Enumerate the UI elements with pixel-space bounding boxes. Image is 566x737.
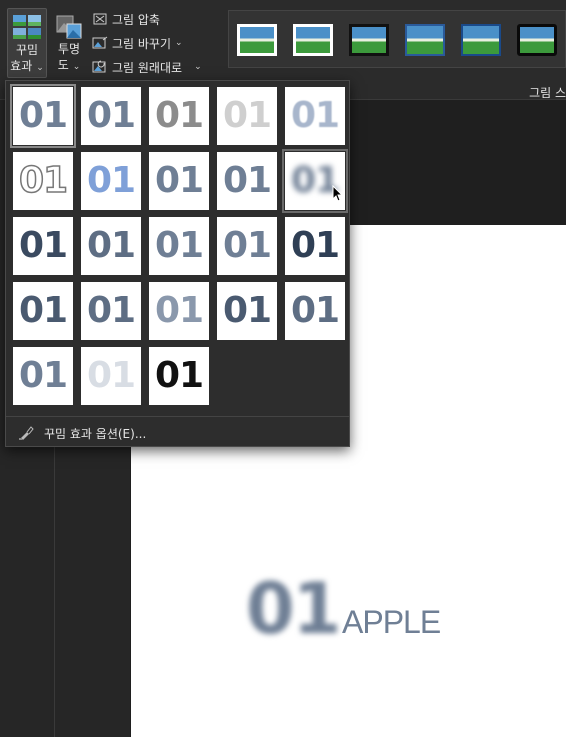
gallery-separator <box>6 416 349 417</box>
effect-option-preview-text: 01 <box>154 225 204 266</box>
effect-option-8[interactable]: 01 <box>149 152 209 210</box>
effect-option-19[interactable]: 01 <box>217 282 277 340</box>
artistic-effects-label-1: 꾸밈 <box>15 43 39 57</box>
effect-option-7[interactable]: 01 <box>81 152 141 210</box>
effect-option-preview-text: 01 <box>18 290 68 331</box>
effect-option-preview-text: 01 <box>18 95 68 136</box>
change-picture-label: 그림 바꾸기 <box>112 36 172 51</box>
reset-picture-label: 그림 원래대로 <box>112 60 183 75</box>
reset-picture-button[interactable]: 그림 원래대로 ⌄ <box>92 57 202 77</box>
chevron-down-icon: ⌄ <box>175 38 183 48</box>
effect-option-1[interactable]: 01 <box>10 84 76 148</box>
artistic-effects-button[interactable]: 꾸밈 효과 ⌄ <box>7 8 47 78</box>
picture-styles-group-label: 그림 스 <box>529 86 566 100</box>
effect-option-3[interactable]: 01 <box>149 87 209 145</box>
transparency-button[interactable]: 투명 도 ⌄ <box>52 8 86 78</box>
effect-option-preview-text: 01 <box>86 160 136 201</box>
compress-pictures-label: 그림 압축 <box>112 12 160 27</box>
effect-option-preview-text: 01 <box>154 355 204 396</box>
effect-option-preview-text: 01 <box>290 225 340 266</box>
effect-option-preview-text: 01 <box>18 355 68 396</box>
artistic-effects-label-2: 효과 ⌄ <box>10 59 44 73</box>
effect-option-17[interactable]: 01 <box>81 282 141 340</box>
effect-option-preview-text: 01 <box>222 290 272 331</box>
mouse-cursor-icon <box>332 184 344 203</box>
effect-option-16[interactable]: 01 <box>13 282 73 340</box>
effect-option-preview-text: 01 <box>154 290 204 331</box>
effect-option-preview-text: 01 <box>86 355 136 396</box>
chevron-down-icon: ⌄ <box>194 62 202 72</box>
picture-style-3[interactable] <box>349 24 389 56</box>
compress-pictures-icon <box>92 12 108 26</box>
effect-option-preview-text: 01 <box>222 160 272 201</box>
effect-option-12[interactable]: 01 <box>81 217 141 275</box>
effect-option-4[interactable]: 01 <box>217 87 277 145</box>
chevron-down-icon: ⌄ <box>36 63 44 73</box>
effect-option-5[interactable]: 01 <box>285 87 345 145</box>
picture-style-6[interactable] <box>517 24 557 56</box>
app-window: 꾸밈 효과 ⌄ 투명 도 ⌄ 그림 압축 그림 바꾸기 ⌄ 그림 원래대로 ⌄ … <box>0 0 566 737</box>
effect-option-preview-text: 01 <box>18 225 68 266</box>
artistic-effects-icon <box>12 12 42 42</box>
slide-number-picture[interactable]: 01 <box>246 568 341 650</box>
effect-option-preview-text: 01 <box>86 225 136 266</box>
effect-option-18[interactable]: 01 <box>149 282 209 340</box>
picture-style-2[interactable] <box>293 24 333 56</box>
effect-option-11[interactable]: 01 <box>13 217 73 275</box>
transparency-label-2: 도 ⌄ <box>57 58 81 72</box>
transparency-label-1: 투명 <box>57 42 81 56</box>
effect-option-2[interactable]: 01 <box>81 87 141 145</box>
effect-option-23[interactable]: 01 <box>149 347 209 405</box>
effect-option-9[interactable]: 01 <box>217 152 277 210</box>
chevron-down-icon: ⌄ <box>72 62 81 72</box>
effect-option-preview-text: 01 <box>222 225 272 266</box>
effect-option-13[interactable]: 01 <box>149 217 209 275</box>
effect-option-preview-text: 01 <box>86 290 136 331</box>
effect-option-preview-text: 01 <box>290 290 340 331</box>
effect-option-6[interactable]: 01 <box>13 152 73 210</box>
effect-option-preview-text: 01 <box>290 95 340 136</box>
effect-option-14[interactable]: 01 <box>217 217 277 275</box>
picture-style-4[interactable] <box>405 24 445 56</box>
picture-style-1[interactable] <box>237 24 277 56</box>
effect-option-22[interactable]: 01 <box>81 347 141 405</box>
effect-option-preview-text: 01 <box>86 95 136 136</box>
artistic-effects-options-label: 꾸밈 효과 옵션(E)... <box>44 426 147 441</box>
brush-icon <box>18 425 34 441</box>
transparency-icon <box>54 11 84 41</box>
change-picture-icon <box>92 36 108 50</box>
effect-option-preview-text: 01 <box>154 160 204 201</box>
effect-option-21[interactable]: 01 <box>13 347 73 405</box>
effect-option-preview-text: 01 <box>154 95 204 136</box>
effect-option-preview-text: 01 <box>18 160 69 201</box>
reset-picture-icon <box>92 60 108 74</box>
picture-style-5[interactable] <box>461 24 501 56</box>
change-picture-button[interactable]: 그림 바꾸기 ⌄ <box>92 33 183 53</box>
effect-option-20[interactable]: 01 <box>285 282 345 340</box>
compress-pictures-button[interactable]: 그림 압축 <box>92 9 160 29</box>
picture-styles-gallery <box>228 10 566 68</box>
effect-option-15[interactable]: 01 <box>285 217 345 275</box>
slide-title-text[interactable]: APPLE <box>342 604 441 641</box>
artistic-effects-gallery: 01 01 01 01 01 01 01 01 01 01 01 01 01 01 01 01 01 01 01 01… <box>5 80 350 447</box>
artistic-effects-options-item[interactable]: 꾸밈 효과 옵션(E)... <box>18 422 146 444</box>
effect-option-preview-text: 01 <box>222 95 272 136</box>
